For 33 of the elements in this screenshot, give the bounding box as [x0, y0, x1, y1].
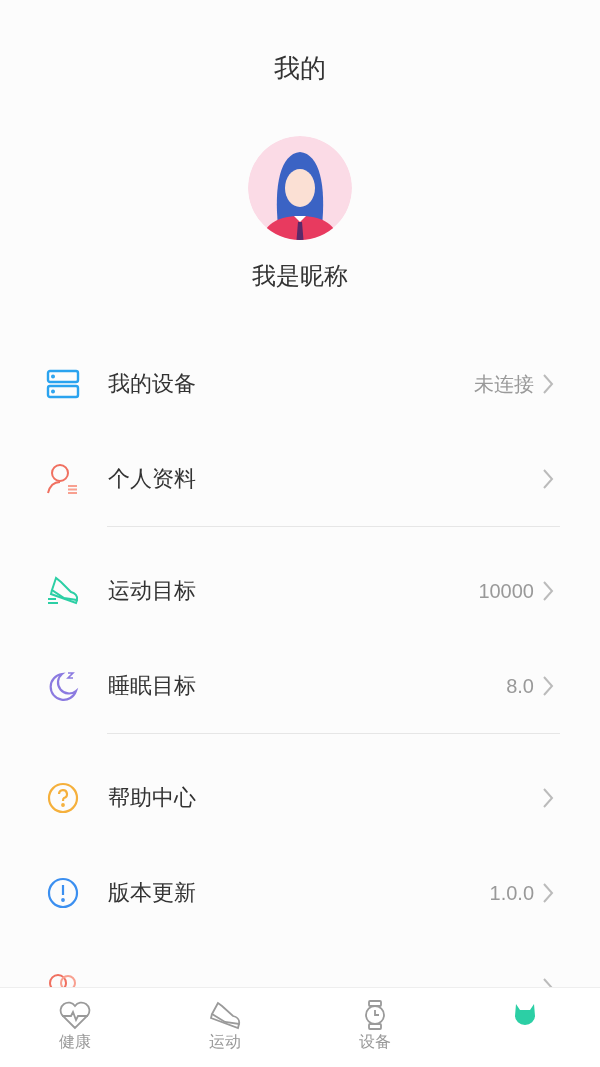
menu-item-label: 个人资料 — [108, 467, 196, 490]
chevron-right-icon — [542, 786, 554, 809]
menu-item-label: 睡眠目标 — [108, 674, 196, 697]
menu-item[interactable]: 我的设备 未连接 — [0, 336, 600, 431]
avatar[interactable] — [248, 136, 352, 240]
chevron-right-icon — [542, 467, 554, 490]
menu-item[interactable]: 帮助中心 — [0, 750, 600, 845]
chevron-right-icon — [542, 579, 554, 602]
tab-label: 设备 — [359, 1034, 391, 1050]
nickname: 我是昵称 — [252, 264, 348, 288]
sneaker-icon — [208, 1000, 242, 1030]
menu-item-value: 10000 — [478, 580, 534, 601]
info-icon — [46, 875, 80, 910]
tab-label: 健康 — [59, 1034, 91, 1050]
menu-item[interactable]: 运动目标 10000 — [0, 543, 600, 638]
menu-item-value: 8.0 — [506, 675, 534, 696]
page-title: 我的 — [274, 55, 326, 81]
menu-item[interactable]: 睡眠目标 8.0 — [0, 638, 600, 733]
menu-item-value: 未连接 — [474, 373, 534, 394]
chevron-right-icon — [542, 881, 554, 904]
heart-icon — [58, 1000, 92, 1030]
menu-item[interactable]: 个人资料 — [0, 431, 600, 526]
chevron-right-icon — [542, 372, 554, 395]
user-icon — [46, 461, 80, 496]
menu-item[interactable]: 版本更新 1.0.0 — [0, 845, 600, 940]
menu-item-label: 我的设备 — [108, 372, 196, 395]
chevron-right-icon — [542, 674, 554, 697]
menu-item-label: 帮助中心 — [108, 786, 196, 809]
menu-item-value: 1.0.0 — [489, 882, 534, 903]
menu-item-label: 版本更新 — [108, 881, 196, 904]
menu-item-label: 运动目标 — [108, 579, 196, 602]
tab-label: 运动 — [209, 1034, 241, 1050]
question-icon — [46, 780, 80, 815]
